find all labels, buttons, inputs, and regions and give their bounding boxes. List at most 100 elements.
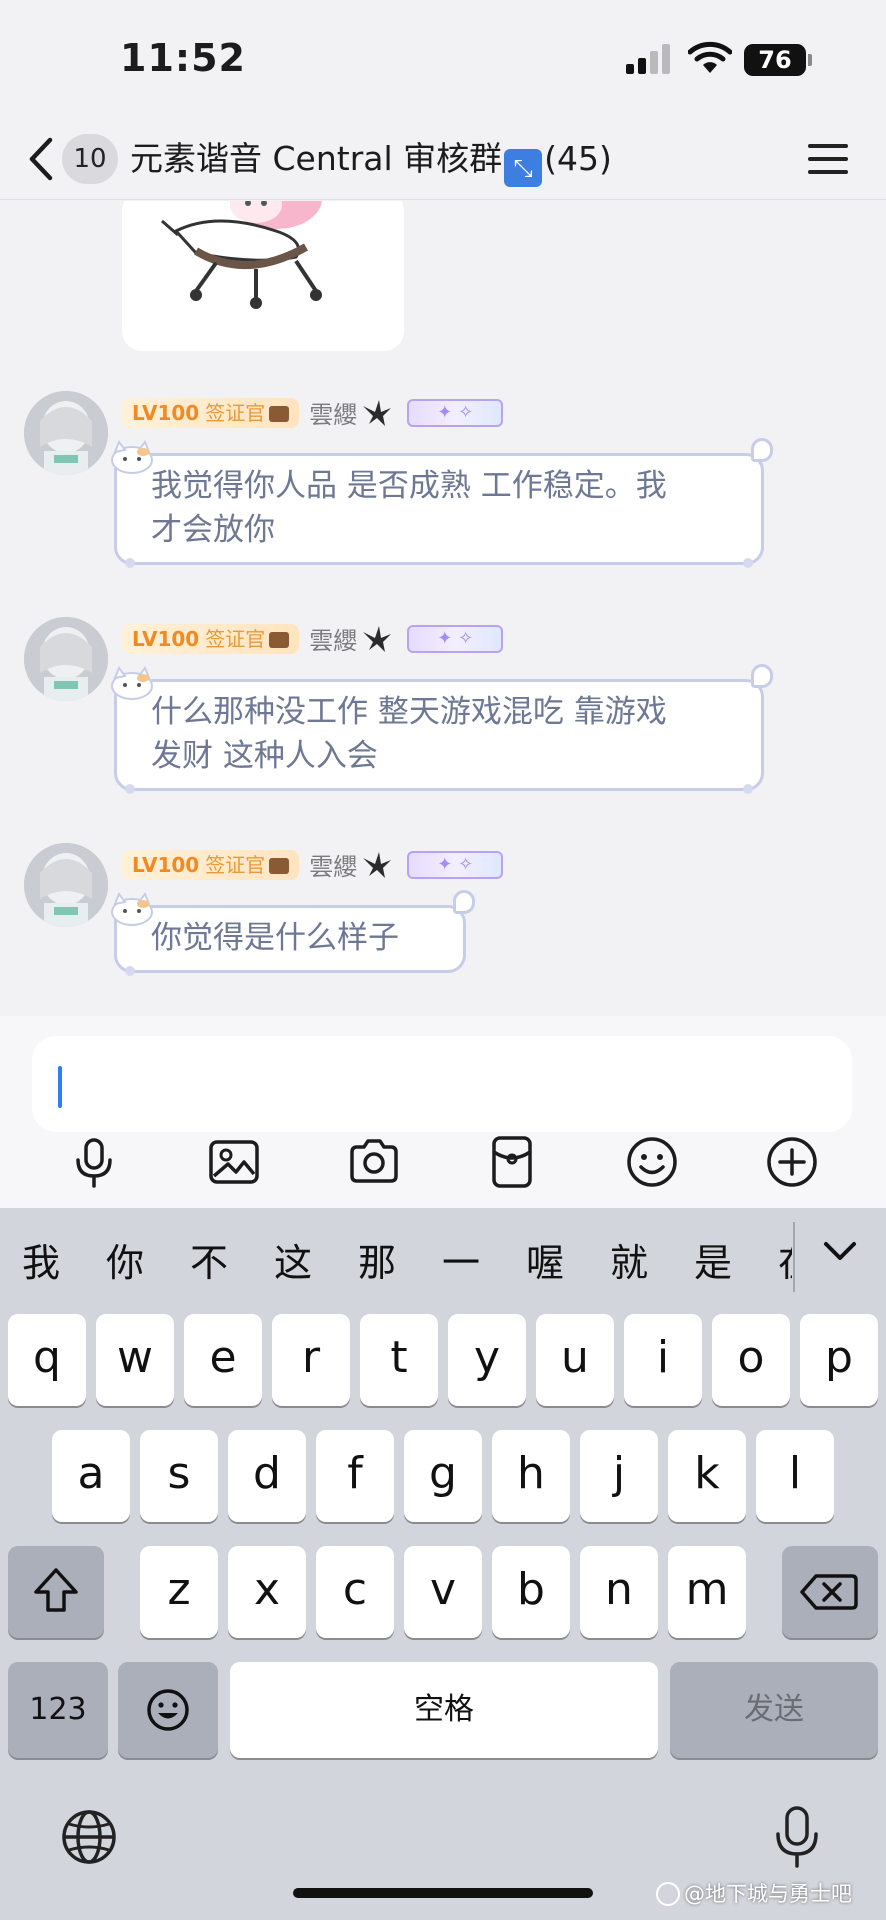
- candidate-word[interactable]: 那: [358, 1232, 396, 1287]
- wifi-icon: [688, 41, 732, 73]
- key-d[interactable]: d: [228, 1430, 306, 1522]
- dictation-mic-icon[interactable]: [772, 1804, 822, 1870]
- message-sender-meta: LV100 签证官 雲纓 ✦ ✧: [122, 395, 504, 431]
- key-m[interactable]: m: [668, 1546, 746, 1638]
- candidate-word[interactable]: 是: [694, 1232, 732, 1287]
- globe-icon[interactable]: [60, 1808, 118, 1866]
- level-badge: LV100 签证官: [122, 623, 300, 654]
- message-text-line: 你觉得是什么样子: [151, 920, 399, 956]
- chat-title[interactable]: 元素谐音 Central 审核群 ⤡ (45): [130, 134, 612, 187]
- chevron-down-icon[interactable]: [820, 1236, 860, 1266]
- watermark-text: @地下城与勇士吧: [684, 1882, 852, 1906]
- key-r[interactable]: r: [272, 1314, 350, 1406]
- key-f[interactable]: f: [316, 1430, 394, 1522]
- chat-header: 10 元素谐音 Central 审核群 ⤡ (45): [0, 120, 886, 200]
- key-g[interactable]: g: [404, 1430, 482, 1522]
- backspace-key[interactable]: [782, 1546, 878, 1638]
- eagle-icon: [363, 851, 392, 878]
- space-key[interactable]: 空格: [230, 1662, 658, 1758]
- candidate-word[interactable]: 喔: [526, 1232, 564, 1287]
- key-k[interactable]: k: [668, 1430, 746, 1522]
- key-q[interactable]: q: [8, 1314, 86, 1406]
- battery-indicator: 76: [744, 44, 806, 76]
- cat-decoration-icon: [111, 440, 153, 474]
- key-e[interactable]: e: [184, 1314, 262, 1406]
- keyboard: 我 你 不 这 那 一 喔 就 是 在 q w e r t y u i o p …: [0, 1208, 886, 1920]
- avatar[interactable]: [24, 391, 108, 475]
- candidate-word[interactable]: 你: [106, 1232, 144, 1287]
- bubble-dot: [743, 784, 753, 794]
- chevron-left-icon[interactable]: [26, 134, 56, 184]
- avatar[interactable]: [24, 617, 108, 701]
- candidate-word[interactable]: 这: [274, 1232, 312, 1287]
- chat-message-list[interactable]: LV100 签证官 雲纓 ✦ ✧ 我觉得你人品 是否成熟 工作稳定。我 才会放你 LV…: [0, 201, 886, 1016]
- bubble-tail-decoration: [751, 664, 773, 688]
- message-bubble[interactable]: 你觉得是什么样子: [111, 890, 475, 976]
- candidate-word[interactable]: 在: [778, 1232, 792, 1287]
- key-u[interactable]: u: [536, 1314, 614, 1406]
- sender-nickname[interactable]: 雲纓: [309, 395, 357, 430]
- red-packet-icon[interactable]: [482, 1132, 542, 1192]
- key-z[interactable]: z: [140, 1546, 218, 1638]
- image-icon[interactable]: [204, 1132, 264, 1192]
- decoration-badge: ✦ ✧: [407, 850, 504, 879]
- cat-decoration-icon: [111, 892, 153, 926]
- key-p[interactable]: p: [800, 1314, 878, 1406]
- candidate-word[interactable]: 一: [442, 1232, 480, 1287]
- key-j[interactable]: j: [580, 1430, 658, 1522]
- key-a[interactable]: a: [52, 1430, 130, 1522]
- bubble-dot: [125, 558, 135, 568]
- numbers-key[interactable]: 123: [8, 1662, 108, 1758]
- mic-icon[interactable]: [64, 1132, 124, 1192]
- key-s[interactable]: s: [140, 1430, 218, 1522]
- key-b[interactable]: b: [492, 1546, 570, 1638]
- sender-nickname[interactable]: 雲纓: [309, 847, 357, 882]
- message-text-line: 才会放你: [151, 512, 275, 548]
- key-n[interactable]: n: [580, 1546, 658, 1638]
- message-input[interactable]: [32, 1036, 852, 1132]
- message-text-line: 什么那种没工作 整天游戏混吃 靠游戏: [151, 694, 667, 730]
- emoji-icon: [147, 1689, 189, 1731]
- decoration-badge: ✦ ✧: [407, 624, 504, 653]
- chat-title-text: 元素谐音 Central 审核群: [130, 139, 503, 178]
- emoji-key[interactable]: [118, 1662, 218, 1758]
- battery-cap: [808, 54, 812, 66]
- cat-decoration-icon: [111, 666, 153, 700]
- key-v[interactable]: v: [404, 1546, 482, 1638]
- key-y[interactable]: y: [448, 1314, 526, 1406]
- camera-icon[interactable]: [344, 1132, 404, 1192]
- home-indicator[interactable]: [293, 1888, 593, 1898]
- message-text-line: 我觉得你人品 是否成熟 工作稳定。我: [151, 468, 667, 504]
- shift-icon: [34, 1568, 78, 1612]
- key-l[interactable]: l: [756, 1430, 834, 1522]
- key-c[interactable]: c: [316, 1546, 394, 1638]
- message-bubble[interactable]: 我觉得你人品 是否成熟 工作稳定。我 才会放你: [111, 438, 773, 568]
- member-count: (45): [544, 139, 612, 178]
- key-i[interactable]: i: [624, 1314, 702, 1406]
- group-emoji-icon: ⤡: [504, 149, 543, 187]
- key-h[interactable]: h: [492, 1430, 570, 1522]
- sender-nickname[interactable]: 雲纓: [309, 621, 357, 656]
- shift-key[interactable]: [8, 1546, 104, 1638]
- avatar[interactable]: [24, 843, 108, 927]
- bubble-tail-decoration: [453, 890, 475, 914]
- menu-icon[interactable]: [808, 142, 848, 176]
- decoration-badge: ✦ ✧: [407, 398, 504, 427]
- key-x[interactable]: x: [228, 1546, 306, 1638]
- emoji-icon[interactable]: [622, 1132, 682, 1192]
- send-key[interactable]: 发送: [670, 1662, 878, 1758]
- sticker-message[interactable]: [122, 201, 404, 351]
- key-t[interactable]: t: [360, 1314, 438, 1406]
- candidate-word[interactable]: 不: [190, 1232, 228, 1287]
- message-text-line: 发财 这种人入会: [151, 738, 378, 774]
- plus-icon[interactable]: [762, 1132, 822, 1192]
- level-badge: LV100 签证官: [122, 397, 300, 428]
- key-o[interactable]: o: [712, 1314, 790, 1406]
- eagle-icon: [363, 399, 392, 426]
- message-bubble[interactable]: 什么那种没工作 整天游戏混吃 靠游戏 发财 这种人入会: [111, 664, 773, 794]
- unread-count-badge[interactable]: 10: [62, 134, 118, 184]
- key-w[interactable]: w: [96, 1314, 174, 1406]
- candidate-word[interactable]: 我: [22, 1232, 60, 1287]
- message-sender-meta: LV100 签证官 雲纓 ✦ ✧: [122, 621, 504, 657]
- candidate-word[interactable]: 就: [610, 1232, 648, 1287]
